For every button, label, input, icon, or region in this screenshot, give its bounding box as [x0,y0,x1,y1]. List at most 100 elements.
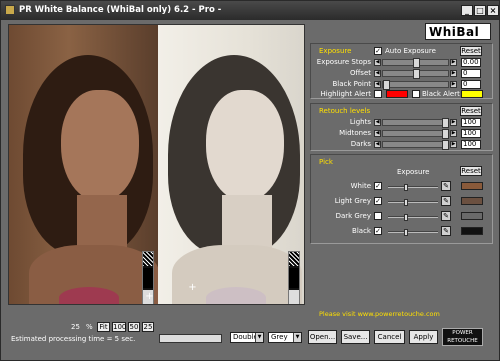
app-window: PR White Balance (WhiBal only) 6.2 - Pro… [0,0,500,361]
window-title: PR White Balance (WhiBal only) 6.2 - Pro… [19,5,222,15]
view-dropdown[interactable]: Grey ▼ [268,332,302,343]
pick-exposure-label: Exposure [397,168,430,176]
pick-cursor-icon: + [145,291,154,302]
zoom-25-button[interactable]: 25 [142,322,154,332]
pick-dark-grey-slider[interactable] [388,214,438,221]
highlight-alert-label: Highlight Alert [320,90,372,98]
black-alert-label: Black Alert [422,90,460,98]
chevron-down-icon: ▼ [293,333,301,342]
view-value: Grey [271,333,288,341]
light-grey-eyedropper-icon[interactable]: ✎ [441,196,451,206]
midtones-value[interactable]: 100 [461,129,481,138]
exposure-stops-slider[interactable] [382,58,449,68]
apply-button[interactable]: Apply [409,330,438,344]
pick-white-label: White [350,182,371,190]
pick-light-grey-label: Light Grey [334,197,371,205]
lights-left-arrow[interactable]: ◀ [374,119,381,126]
highlight-alert-checkbox[interactable] [374,90,382,98]
power-logo-line2: RETOUCHE [447,338,478,344]
white-eyedropper-icon[interactable]: ✎ [441,181,451,191]
dark-grey-eyedropper-icon[interactable]: ✎ [441,211,451,221]
power-retouche-logo[interactable]: POWER RETOUCHE [442,328,483,346]
midtones-slider[interactable] [382,129,449,139]
auto-exposure-checkbox[interactable]: ✓ [374,47,382,55]
lights-value[interactable]: 100 [461,118,481,127]
darks-slider[interactable] [382,140,449,150]
pick-black-slider[interactable] [388,229,438,236]
black-alert-color[interactable] [461,90,483,98]
zoom-value: 25 [71,323,80,331]
pick-white-slider[interactable] [388,184,438,191]
stops-left-arrow[interactable]: ◀ [374,59,381,66]
lights-right-arrow[interactable]: ▶ [450,119,457,126]
offset-right-arrow[interactable]: ▶ [450,70,457,77]
maximize-button[interactable]: □ [474,5,486,16]
pick-dark-grey-swatch [461,212,483,220]
pick-white-checkbox[interactable]: ✓ [374,182,382,190]
exposure-stops-value[interactable]: 0.00 [461,58,481,67]
pick-panel: Pick Exposure Reset White ✓ ✎ Light Grey… [310,154,493,244]
black-right-arrow[interactable]: ▶ [450,81,457,88]
darks-value[interactable]: 100 [461,140,481,149]
pick-reset-button[interactable]: Reset [460,166,482,176]
highlight-alert-color[interactable] [386,90,408,98]
cancel-button[interactable]: Cancel [374,330,405,344]
black-point-value[interactable]: 0 [461,80,481,89]
darks-left-arrow[interactable]: ◀ [374,141,381,148]
retouch-reset-button[interactable]: Reset [460,106,482,116]
pick-white-swatch [461,182,483,190]
crosshair-icon: + [188,282,197,293]
logo-text: WhiBal [429,25,480,39]
darks-label: Darks [350,140,371,148]
pick-light-grey-checkbox[interactable]: ✓ [374,197,382,205]
pick-dark-grey-checkbox[interactable] [374,212,382,220]
power-logo-line1: POWER [452,330,473,336]
mode-dropdown[interactable]: Double ▼ [230,332,264,343]
black-point-slider[interactable] [382,80,449,90]
app-icon [5,5,15,15]
black-left-arrow[interactable]: ◀ [374,81,381,88]
zoom-100-button[interactable]: 100 [112,322,126,332]
pick-light-grey-swatch [461,197,483,205]
minimize-button[interactable]: _ [461,5,473,16]
black-alert-checkbox[interactable] [412,90,420,98]
retouch-title: Retouch levels [319,107,371,115]
darks-right-arrow[interactable]: ▶ [450,141,457,148]
pick-dark-grey-label: Dark Grey [335,212,371,220]
lights-label: Lights [349,118,371,126]
exposure-stops-label: Exposure Stops [316,58,371,66]
zoom-unit: % [86,323,93,331]
auto-exposure-label: Auto Exposure [385,47,436,55]
pick-light-grey-slider[interactable] [388,199,438,206]
offset-value[interactable]: 0 [461,69,481,78]
website-link[interactable]: Please visit www.powerretouche.com [319,310,440,318]
open-button[interactable]: Open... [308,330,337,344]
close-button[interactable]: × [487,5,499,16]
retouch-panel: Retouch levels Reset Lights ◀ ▶ 100 Midt… [310,103,493,151]
offset-label: Offset [349,69,371,77]
whibal-logo: WhiBal [425,23,491,40]
title-bar: PR White Balance (WhiBal only) 6.2 - Pro… [1,1,499,20]
zoom-fit-button[interactable]: Fit [97,322,110,332]
exposure-reset-button[interactable]: Reset [460,46,482,56]
zoom-50-button[interactable]: 50 [128,322,140,332]
pick-title: Pick [319,158,333,166]
pick-black-swatch [461,227,483,235]
image-preview[interactable]: + + [8,24,305,305]
preview-after: + [158,25,304,304]
black-eyedropper-icon[interactable]: ✎ [441,226,451,236]
exposure-title: Exposure [319,47,352,55]
exposure-panel: Exposure ✓ Auto Exposure Reset Exposure … [310,43,493,99]
stops-right-arrow[interactable]: ▶ [450,59,457,66]
save-button[interactable]: Save... [341,330,370,344]
pick-black-checkbox[interactable]: ✓ [374,227,382,235]
lights-slider[interactable] [382,118,449,128]
black-point-label: Black Point [332,80,371,88]
whibal-card-corrected [288,251,300,304]
offset-left-arrow[interactable]: ◀ [374,70,381,77]
processing-time: Estimated processing time = 5 sec. [11,335,136,343]
offset-slider[interactable] [382,69,449,79]
preview-before: + [9,25,158,304]
midtones-left-arrow[interactable]: ◀ [374,130,381,137]
midtones-right-arrow[interactable]: ▶ [450,130,457,137]
